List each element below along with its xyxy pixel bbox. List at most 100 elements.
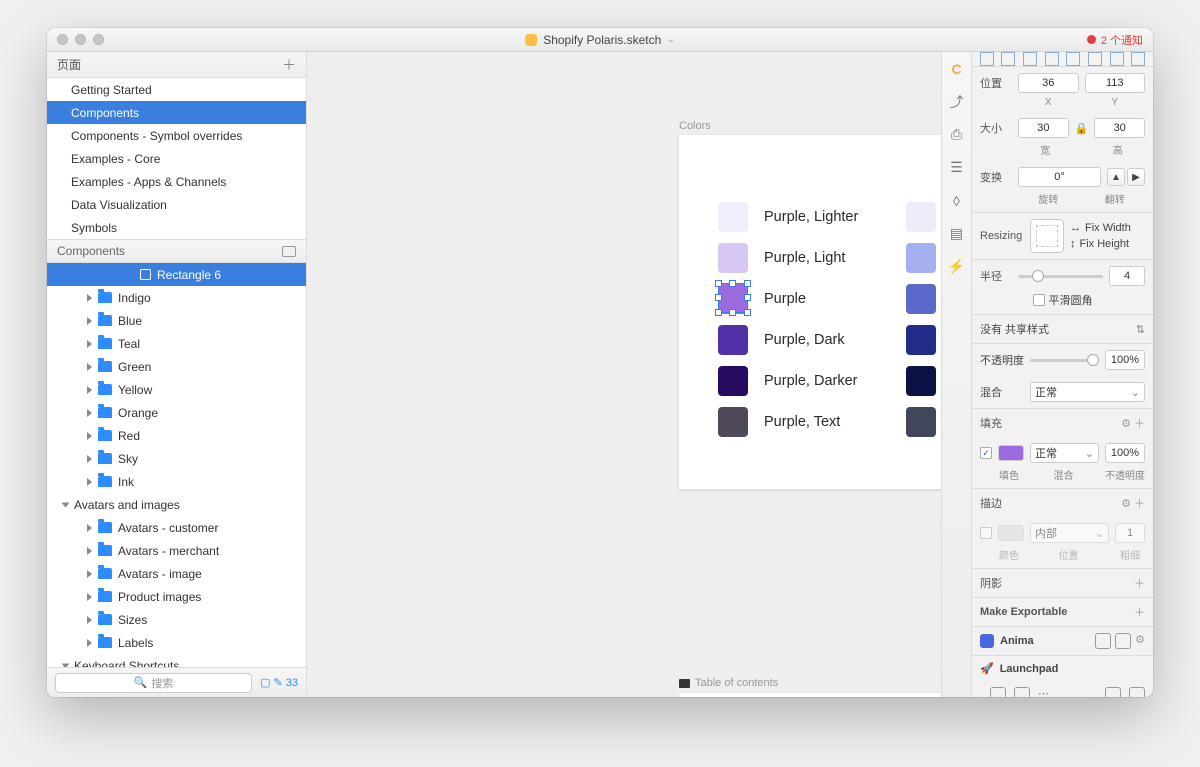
layer-folder[interactable]: Green bbox=[47, 355, 306, 378]
color-swatch[interactable] bbox=[718, 366, 748, 396]
lp-tool4-icon[interactable] bbox=[1129, 687, 1145, 697]
printer-icon[interactable]: ⎙ bbox=[948, 126, 965, 143]
notification-badge[interactable]: 2 个通知 bbox=[1087, 32, 1143, 48]
artboard-label-toc[interactable]: Table of contents bbox=[679, 677, 778, 689]
color-swatch[interactable] bbox=[718, 407, 748, 437]
more-icon[interactable]: ⋯ bbox=[1038, 687, 1049, 697]
page-item[interactable]: Components bbox=[47, 101, 306, 124]
smooth-corners-checkbox[interactable] bbox=[1033, 294, 1045, 306]
rotate-input[interactable]: 0° bbox=[1018, 167, 1101, 187]
fill-color-swatch[interactable] bbox=[998, 445, 1024, 461]
lp-tool1-icon[interactable] bbox=[990, 687, 1006, 697]
layer-folder[interactable]: Avatars - customer bbox=[47, 516, 306, 539]
layer-folder[interactable]: Ink bbox=[47, 470, 306, 493]
blend-select[interactable]: 正常⌄ bbox=[1030, 382, 1145, 402]
fill-enabled-checkbox[interactable]: ✓ bbox=[980, 447, 992, 459]
distribute-h-icon[interactable] bbox=[1110, 52, 1124, 66]
layer-folder[interactable]: Indigo bbox=[47, 286, 306, 309]
canvas[interactable]: Colors Purple, Lighter Purple, Light Purpl… bbox=[307, 52, 941, 697]
image-icon[interactable]: ▤ bbox=[948, 225, 965, 242]
add-export-icon[interactable]: ＋ bbox=[1134, 604, 1145, 620]
stroke-pos-select[interactable]: 内部⌄ bbox=[1030, 523, 1109, 543]
color-swatch-row[interactable]: Purple, Darker bbox=[718, 366, 857, 396]
flip-v-icon[interactable]: ▶ bbox=[1127, 168, 1145, 186]
layer-group-shortcuts[interactable]: Keyboard Shortcuts bbox=[47, 654, 306, 667]
filter-toggle[interactable]: ▢ ✎ 33 bbox=[260, 676, 298, 689]
anima-opt2-icon[interactable] bbox=[1115, 633, 1131, 649]
color-swatch[interactable] bbox=[718, 243, 748, 273]
add-page-icon[interactable]: ＋ bbox=[282, 55, 296, 75]
stroke-width-input[interactable]: 1 bbox=[1115, 523, 1145, 543]
color-swatch-row[interactable]: Purple, Text bbox=[718, 407, 840, 437]
artboard-label-colors[interactable]: Colors bbox=[679, 120, 711, 132]
add-shadow-icon[interactable]: ＋ bbox=[1134, 575, 1145, 591]
layer-folder[interactable]: Avatars - image bbox=[47, 562, 306, 585]
page-item[interactable]: Symbols bbox=[47, 216, 306, 239]
color-swatch-row[interactable]: Indigo bbox=[906, 284, 941, 314]
page-item[interactable]: Components - Symbol overrides bbox=[47, 124, 306, 147]
gear-icon[interactable]: ⚙ bbox=[1121, 498, 1131, 510]
align-left-icon[interactable] bbox=[980, 52, 994, 66]
chevron-down-icon[interactable]: ⌄ bbox=[667, 34, 675, 45]
stroke-enabled-checkbox[interactable] bbox=[980, 527, 992, 539]
add-fill-icon[interactable]: ＋ bbox=[1134, 418, 1145, 430]
page-item[interactable]: Examples - Apps & Channels bbox=[47, 170, 306, 193]
layer-folder[interactable]: Teal bbox=[47, 332, 306, 355]
search-input[interactable]: 🔍 搜索 bbox=[55, 673, 252, 693]
radius-slider[interactable] bbox=[1018, 275, 1103, 278]
layer-selected-rect[interactable]: Rectangle 6 bbox=[47, 263, 306, 286]
gear-icon[interactable]: ⚙ bbox=[1121, 418, 1131, 430]
color-swatch-row[interactable]: Indigo, Lighter bbox=[906, 202, 941, 232]
radius-input[interactable]: 4 bbox=[1109, 266, 1145, 286]
fill-opacity-input[interactable]: 100% bbox=[1105, 443, 1145, 463]
shared-style-select[interactable]: 没有 共享样式 ⇅ bbox=[972, 315, 1153, 343]
color-swatch-row[interactable]: Indigo, Darker bbox=[906, 366, 941, 396]
page-item[interactable]: Examples - Core bbox=[47, 147, 306, 170]
lp-tool2-icon[interactable] bbox=[1014, 687, 1030, 697]
gear-icon[interactable]: ⚙ bbox=[1135, 633, 1145, 649]
export-section-header[interactable]: Make Exportable ＋ bbox=[972, 598, 1153, 626]
color-swatch-row[interactable]: Purple, Light bbox=[718, 243, 845, 273]
color-swatch[interactable] bbox=[718, 325, 748, 355]
color-swatch-row[interactable]: Indigo, Text bbox=[906, 407, 941, 437]
layer-folder[interactable]: Labels bbox=[47, 631, 306, 654]
cloud-icon[interactable]: C bbox=[948, 60, 965, 77]
color-swatch[interactable] bbox=[906, 366, 936, 396]
minimize-window-icon[interactable] bbox=[75, 34, 86, 45]
fix-height-toggle[interactable]: Fix Height bbox=[1080, 238, 1130, 250]
align-right-icon[interactable] bbox=[1023, 52, 1037, 66]
page-item[interactable]: Data Visualization bbox=[47, 193, 306, 216]
list-icon[interactable]: ☰ bbox=[948, 159, 965, 176]
fill-blend-select[interactable]: 正常⌄ bbox=[1030, 443, 1099, 463]
layer-folder[interactable]: Product images bbox=[47, 585, 306, 608]
zoom-window-icon[interactable] bbox=[93, 34, 104, 45]
add-stroke-icon[interactable]: ＋ bbox=[1134, 498, 1145, 510]
vector-icon[interactable]: ◊ bbox=[948, 192, 965, 209]
layer-folder[interactable]: Yellow bbox=[47, 378, 306, 401]
height-input[interactable]: 30 bbox=[1094, 118, 1145, 138]
color-swatch-row[interactable]: Indigo, Light bbox=[906, 243, 941, 273]
align-bottom-icon[interactable] bbox=[1088, 52, 1102, 66]
export-icon[interactable]: ⤴ bbox=[948, 93, 965, 110]
align-top-icon[interactable] bbox=[1045, 52, 1059, 66]
color-swatch-row[interactable]: Indigo, Dark bbox=[906, 325, 941, 355]
color-swatch[interactable] bbox=[906, 202, 936, 232]
layer-folder[interactable]: Avatars - merchant bbox=[47, 539, 306, 562]
position-y-input[interactable]: 113 bbox=[1085, 73, 1146, 93]
color-swatch[interactable] bbox=[906, 325, 936, 355]
plugin-launchpad[interactable]: 🚀Launchpad bbox=[972, 656, 1153, 681]
color-swatch-row[interactable]: Purple, Lighter bbox=[718, 202, 858, 232]
lock-icon[interactable]: 🔒 bbox=[1075, 122, 1089, 135]
layer-folder[interactable]: Sizes bbox=[47, 608, 306, 631]
layer-group-avatars[interactable]: Avatars and images bbox=[47, 493, 306, 516]
fix-width-toggle[interactable]: Fix Width bbox=[1085, 222, 1131, 234]
color-swatch-row[interactable]: Purple, Dark bbox=[718, 325, 845, 355]
layer-folder[interactable]: Blue bbox=[47, 309, 306, 332]
color-swatch[interactable] bbox=[718, 202, 748, 232]
width-input[interactable]: 30 bbox=[1018, 118, 1069, 138]
color-swatch[interactable] bbox=[906, 284, 936, 314]
flip-h-icon[interactable]: ▲ bbox=[1107, 168, 1125, 186]
artboard-toc[interactable] bbox=[679, 693, 941, 697]
align-center-v-icon[interactable] bbox=[1066, 52, 1080, 66]
layer-folder[interactable]: Red bbox=[47, 424, 306, 447]
